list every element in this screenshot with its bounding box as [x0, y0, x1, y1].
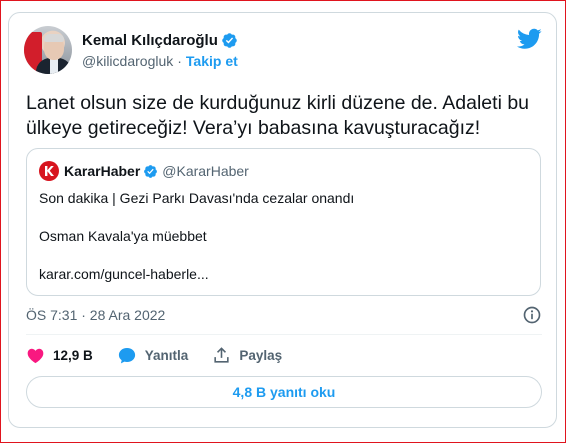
share-button[interactable]: Paylaş [212, 346, 282, 365]
author-name[interactable]: Kemal Kılıçdaroğlu [82, 32, 218, 49]
follow-button[interactable]: Takip et [186, 53, 238, 69]
read-replies-button[interactable]: 4,8 B yanıtı oku [26, 376, 542, 408]
tweet-card: Kemal Kılıçdaroğlu @kilicdarogluk · Taki… [8, 12, 557, 428]
author-name-row: Kemal Kılıçdaroğlu [82, 32, 238, 49]
tweet-text: Lanet olsun size de kurduğunuz kirli düz… [26, 92, 530, 139]
share-icon [214, 347, 229, 363]
heart-icon [27, 348, 44, 364]
author-handle-row: @kilicdarogluk · Takip et [82, 53, 238, 69]
share-label: Paylaş [239, 348, 283, 363]
reply-icon [118, 347, 135, 364]
avatar-hair [44, 34, 64, 42]
divider [26, 334, 542, 335]
action-bar: 12,9 B Yanıtla Paylaş [26, 346, 306, 365]
info-icon[interactable] [522, 305, 542, 325]
avatar[interactable] [24, 26, 72, 74]
like-count: 12,9 B [53, 348, 93, 363]
quoted-tweet-body: Son dakika | Gezi Parkı Davası'nda cezal… [39, 189, 354, 284]
quoted-line-1: Son dakika | Gezi Parkı Davası'nda cezal… [39, 190, 355, 206]
reply-button[interactable]: Yanıtla [117, 346, 189, 365]
quoted-line-2: Osman Kavala'ya müebbet [39, 228, 207, 244]
quoted-tweet-header: KararHaber @KararHaber [39, 161, 249, 181]
quoted-blank-line [39, 208, 354, 227]
quoted-author-handle[interactable]: @KararHaber [162, 163, 249, 179]
quoted-link[interactable]: karar.com/guncel-haberle... [39, 265, 354, 284]
kararhaber-logo-mark [45, 166, 54, 176]
avatar-shirt [50, 59, 58, 74]
like-button[interactable]: 12,9 B [26, 346, 93, 365]
quoted-author-name[interactable]: KararHaber [64, 163, 140, 179]
verified-icon [144, 164, 158, 178]
verified-icon [222, 33, 237, 48]
author-handle[interactable]: @kilicdarogluk [82, 53, 173, 69]
reply-label: Yanıtla [144, 348, 189, 363]
timestamp-row: ÖS 7:31 · 28 Ara 2022 [26, 305, 542, 325]
tweet-timestamp[interactable]: ÖS 7:31 · 28 Ara 2022 [26, 307, 165, 323]
kararhaber-logo [39, 161, 59, 181]
quoted-tweet[interactable]: KararHaber @KararHaber Son dakika | Gezi… [26, 148, 541, 296]
quoted-blank-line [39, 246, 354, 265]
twitter-bird-icon[interactable] [517, 28, 542, 50]
separator-dot: · [177, 53, 182, 69]
